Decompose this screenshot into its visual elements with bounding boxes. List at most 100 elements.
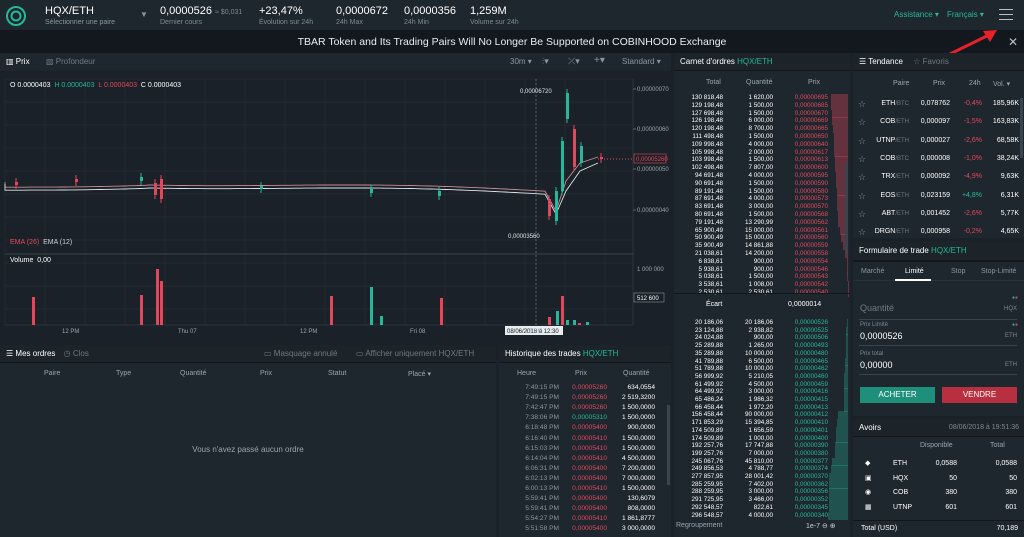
- cobinhood-logo-icon[interactable]: [6, 6, 26, 26]
- orders-title[interactable]: Mes ordres: [15, 349, 55, 358]
- chart-style-select[interactable]: Standard ▾: [622, 57, 661, 66]
- trade-row[interactable]: 6:14:04 PM 0,00005410 4 500,0000: [499, 454, 669, 464]
- favorite-star-icon[interactable]: ☆: [858, 116, 866, 128]
- asset-row[interactable]: ◉ COB 380 380: [853, 487, 1024, 499]
- form-tab[interactable]: Marché: [861, 268, 884, 275]
- trade-row[interactable]: 5:51:58 PM 0,00005400 3 000,0000: [499, 524, 669, 534]
- orders-column-header[interactable]: Placé ▾: [408, 370, 431, 378]
- ask-row[interactable]: 103 998,48 1 500,00 0,00000613: [674, 156, 850, 165]
- trend-column-header[interactable]: Vol. ▾: [993, 80, 1010, 88]
- favorite-star-icon[interactable]: ☆: [858, 98, 866, 110]
- favorite-star-icon[interactable]: ☆: [858, 190, 866, 202]
- ask-row[interactable]: 87 691,48 4 000,00 0,00000573: [674, 195, 850, 204]
- trade-row[interactable]: 7:42:47 PM 0,00005260 1 500,0000: [499, 403, 669, 413]
- trend-row[interactable]: ☆ DRGN/ETH 0,000958 -0,2% 4,65K: [853, 226, 1024, 238]
- assistance-menu[interactable]: Assistance ▾: [894, 10, 939, 19]
- ask-row[interactable]: 129 198,48 1 500,00 0,00000685: [674, 101, 850, 110]
- favorite-star-icon[interactable]: ☆: [858, 226, 866, 238]
- ask-row[interactable]: 89 191,48 1 500,00 0,00000580: [674, 187, 850, 196]
- chevron-down-icon[interactable]: ▼: [140, 10, 148, 19]
- language-menu[interactable]: Français ▾: [947, 10, 984, 19]
- hamburger-menu-icon[interactable]: [999, 9, 1013, 21]
- trade-row[interactable]: 7:49:15 PM 0,00005260 634,0554: [499, 383, 669, 393]
- minus-icon[interactable]: ⊖: [822, 523, 828, 530]
- tab-closed[interactable]: ◷ Clos: [64, 349, 89, 358]
- quantity-input[interactable]: Quantité HQX: [859, 298, 1017, 320]
- ask-row[interactable]: 6 838,61 900,00 0,00000554: [674, 257, 850, 266]
- drawing-tools-icon[interactable]: ⤫▾: [568, 56, 580, 67]
- tab-price[interactable]: ▥ Prix: [6, 57, 30, 66]
- ask-row[interactable]: 79 191,48 13 290,99 0,00000562: [674, 218, 850, 227]
- tab-depth[interactable]: ▧ Profondeur: [46, 57, 95, 66]
- ask-row[interactable]: 111 498,48 1 500,00 0,00000650: [674, 133, 850, 141]
- trend-row[interactable]: ☆ UTNP/ETH 0,000027 -2,6% 68,58K: [853, 135, 1024, 147]
- indicators-icon[interactable]: ⫶▾: [542, 56, 549, 67]
- trade-row[interactable]: 5:54:27 PM 0,00005410 1 861,8777: [499, 514, 669, 524]
- favorite-star-icon[interactable]: ☆: [858, 135, 866, 147]
- trade-row[interactable]: 6:18:48 PM 0,00005400 900,0000: [499, 423, 669, 433]
- only-pair-toggle[interactable]: ▭ Afficher uniquement HQX/ETH: [356, 345, 474, 363]
- asset-row[interactable]: ◆ ETH 0,0588 0,0588: [853, 458, 1024, 470]
- trend-row[interactable]: ☆ TRX/ETH 0,000092 -4,9% 9,63K: [853, 171, 1024, 183]
- orders-column-header[interactable]: Prix: [260, 370, 272, 377]
- ask-row[interactable]: 109 998,48 4 000,00 0,00000640: [674, 140, 850, 149]
- ask-row[interactable]: 102 498,48 7 807,00 0,00000600: [674, 164, 850, 173]
- limit-price-input[interactable]: Prix Limité 0,0000526 ETH: [859, 322, 1017, 346]
- pair-selector[interactable]: HQX/ETH Sélectionner une paire: [45, 5, 115, 26]
- tab-trend[interactable]: Tendance: [868, 57, 903, 66]
- trade-row[interactable]: 5:59:41 PM 0,00005400 130,6079: [499, 494, 669, 504]
- hide-cancelled-toggle[interactable]: ▭ Masquage annulé: [264, 345, 337, 363]
- ask-row[interactable]: 3 538,61 1 008,00 0,00000542: [674, 281, 850, 290]
- orders-column-header[interactable]: Statut: [328, 370, 346, 377]
- trend-row[interactable]: ☆ COB/ETH 0,000097 -1,5% 163,83K: [853, 116, 1024, 128]
- trade-row[interactable]: 6:02:13 PM 0,00005400 7 000,0000: [499, 474, 669, 484]
- tab-favorites[interactable]: ☆ Favoris: [913, 57, 949, 66]
- orders-column-header[interactable]: Paire: [44, 370, 60, 377]
- orders-column-header[interactable]: Type: [116, 370, 131, 377]
- plus-icon[interactable]: ⊕: [830, 523, 836, 530]
- trend-row[interactable]: ☆ ABT/ETH 0,001452 -2,6% 5,77K: [853, 208, 1024, 220]
- ask-row[interactable]: 127 698,48 1 500,00 0,00000670: [674, 109, 850, 118]
- favorite-star-icon[interactable]: ☆: [858, 171, 866, 183]
- ask-row[interactable]: 50 900,49 15 000,00 0,00000560: [674, 234, 850, 243]
- ask-row[interactable]: 5 038,61 1 500,00 0,00000543: [674, 273, 850, 282]
- trend-row[interactable]: ☆ EOS/ETH 0,023159 +4,8% 6,31K: [853, 190, 1024, 202]
- trade-row[interactable]: 6:15:03 PM 0,00005410 1 500,0000: [499, 444, 669, 454]
- book-scrollbar[interactable]: [845, 163, 848, 253]
- asset-row[interactable]: ▦ UTNP 601 601: [853, 502, 1024, 514]
- trade-row[interactable]: 6:06:31 PM 0,00005400 7 200,0000: [499, 464, 669, 474]
- form-tab[interactable]: Limité: [905, 268, 924, 275]
- trend-scrollbar[interactable]: [1020, 98, 1023, 158]
- form-tab[interactable]: Stop: [951, 268, 965, 275]
- bid-row[interactable]: 296 548,57 4 000,00 0,00000340: [674, 511, 850, 520]
- price-chart[interactable]: 0,00000070 0,00000060 0,00000050 0,00000040…: [0, 71, 671, 343]
- ask-row[interactable]: 80 691,48 1 500,00 0,00000568: [674, 211, 850, 219]
- ask-row[interactable]: 105 998,48 2 000,00 0,00000617: [674, 148, 850, 157]
- ask-row[interactable]: 126 198,48 6 000,00 0,00000669: [674, 117, 850, 126]
- trend-row[interactable]: ☆ ETH/BTC 0,078762 -0,4% 185,96K: [853, 98, 1024, 110]
- buy-button[interactable]: ACHETER: [860, 387, 935, 403]
- ask-row[interactable]: 94 691,48 4 000,00 0,00000595: [674, 172, 850, 180]
- trade-row[interactable]: 6:16:40 PM 0,00005410 1 500,0000: [499, 434, 669, 444]
- ask-row[interactable]: 130 818,48 1 620,00 0,00000695: [674, 94, 850, 102]
- trade-row[interactable]: 5:59:41 PM 0,00005400 808,0000: [499, 504, 669, 514]
- ask-row[interactable]: 21 038,61 14 200,00 0,00000558: [674, 250, 850, 258]
- favorite-star-icon[interactable]: ☆: [858, 208, 866, 220]
- ask-row[interactable]: 35 900,49 14 861,88 0,00000559: [674, 242, 850, 251]
- close-icon[interactable]: ✕: [1008, 31, 1018, 53]
- sell-button[interactable]: VENDRE: [942, 387, 1017, 403]
- ask-row[interactable]: 120 198,48 8 700,00 0,00000665: [674, 125, 850, 134]
- trades-scrollbar[interactable]: [667, 405, 670, 485]
- trade-row[interactable]: 7:49:15 PM 0,00005260 2 519,3200: [499, 393, 669, 403]
- form-tab[interactable]: Stop-Limité: [981, 268, 1016, 275]
- grouping-select[interactable]: 1e-7 ⊖ ⊕: [806, 522, 836, 530]
- ask-row[interactable]: 65 900,49 15 000,00 0,00000561: [674, 226, 850, 235]
- interval-select[interactable]: 30m ▾: [510, 57, 532, 66]
- favorite-star-icon[interactable]: ☆: [858, 153, 866, 165]
- trade-row[interactable]: 7:38:06 PM 0,00005310 1 500,0000: [499, 413, 669, 423]
- ask-row[interactable]: 90 691,48 1 500,00 0,00000590: [674, 179, 850, 188]
- ask-row[interactable]: 83 691,48 3 000,00 0,00000570: [674, 203, 850, 212]
- trade-row[interactable]: 6:00:13 PM 0,00005410 1 500,0000: [499, 484, 669, 494]
- asset-row[interactable]: ▣ HQX 50 50: [853, 473, 1024, 485]
- trend-row[interactable]: ☆ COB/BTC 0,000008 -1,0% 38,24K: [853, 153, 1024, 165]
